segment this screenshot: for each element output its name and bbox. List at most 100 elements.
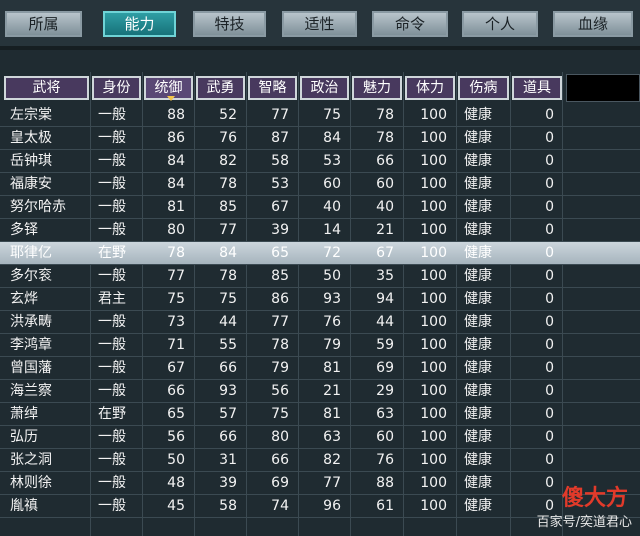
cell-stamina: 100: [420, 245, 447, 261]
tab-command[interactable]: 命令: [372, 11, 448, 37]
cell-stamina: 100: [420, 176, 447, 192]
column-header-strategy[interactable]: 智略: [248, 76, 297, 100]
table-row[interactable]: 左宗棠 一般 88 52 77 75 78 100 健康 0: [0, 104, 640, 127]
cell-valor: 31: [219, 452, 237, 468]
table-row[interactable]: 皇太极 一般 86 76 87 84 78 100 健康 0: [0, 127, 640, 150]
cell-politics: 63: [323, 429, 341, 445]
cell-status: 一般: [98, 222, 126, 238]
cell-status: 在野: [98, 245, 126, 261]
cell-items: 0: [545, 222, 554, 238]
tab-personal[interactable]: 个人: [462, 11, 538, 37]
cell-general: 玄烨: [10, 291, 38, 307]
cell-status: 一般: [98, 498, 126, 514]
cell-charisma: 94: [376, 291, 394, 307]
cell-injury: 健康: [464, 475, 492, 491]
column-header-status[interactable]: 身份: [92, 76, 141, 100]
column-header-injury[interactable]: 伤病: [458, 76, 509, 100]
cell-stamina: 100: [420, 383, 447, 399]
column-header-general[interactable]: 武将: [4, 76, 89, 100]
column-header-leadership[interactable]: 统御: [144, 76, 193, 101]
tab-ability[interactable]: 能力: [103, 11, 176, 37]
table-row[interactable]: 多尔衮 一般 77 78 85 50 35 100 健康 0: [0, 265, 640, 288]
cell-valor: 66: [219, 360, 237, 376]
tab-bloodline[interactable]: 血缘: [553, 11, 633, 37]
table-row[interactable]: 福康安 一般 84 78 53 60 60 100 健康 0: [0, 173, 640, 196]
cell-injury: 健康: [464, 498, 492, 514]
cell-items: 0: [545, 360, 554, 376]
cell-leadership: 84: [167, 153, 185, 169]
cell-charisma: 67: [376, 245, 394, 261]
cell-general: 李鸿章: [10, 337, 52, 353]
cell-charisma: 63: [376, 406, 394, 422]
column-header-charisma[interactable]: 魅力: [352, 76, 402, 100]
cell-stamina: 100: [420, 498, 447, 514]
cell-stamina: 100: [420, 107, 447, 123]
cell-strategy: 67: [271, 199, 289, 215]
tab-skills[interactable]: 特技: [193, 11, 266, 37]
cell-leadership: 71: [167, 337, 185, 353]
tab-bar: 所属 能力 特技 适性 命令 个人 血缘: [0, 0, 640, 46]
cell-politics: 77: [323, 475, 341, 491]
cell-leadership: 73: [167, 314, 185, 330]
table-row[interactable]: 海兰察 一般 66 93 56 21 29 100 健康 0: [0, 380, 640, 403]
table-row[interactable]: 张之洞 一般 50 31 66 82 76 100 健康 0: [0, 449, 640, 472]
cell-leadership: 84: [167, 176, 185, 192]
table-row[interactable]: 岳钟琪 一般 84 82 58 53 66 100 健康 0: [0, 150, 640, 173]
column-header-valor[interactable]: 武勇: [196, 76, 245, 100]
column-header-items[interactable]: 道具: [512, 76, 562, 100]
divider: [0, 46, 640, 50]
table-row[interactable]: 曾国藩 一般 67 66 79 81 69 100 健康 0: [0, 357, 640, 380]
cell-items: 0: [545, 383, 554, 399]
cell-status: 一般: [98, 452, 126, 468]
watermark-logo: 傻大方: [561, 486, 628, 511]
cell-charisma: 78: [376, 107, 394, 123]
table-row[interactable]: 李鸿章 一般 71 55 78 79 59 100 健康 0: [0, 334, 640, 357]
cell-items: 0: [545, 452, 554, 468]
cell-general: 张之洞: [10, 452, 52, 468]
table-row[interactable]: 耶律亿 在野 78 84 65 72 67 100 健康 0: [0, 242, 640, 265]
table-row[interactable]: 洪承畴 一般 73 44 77 76 44 100 健康 0: [0, 311, 640, 334]
cell-strategy: 39: [271, 222, 289, 238]
cell-leadership: 78: [167, 245, 185, 261]
table-row[interactable]: 弘历 一般 56 66 80 63 60 100 健康 0: [0, 426, 640, 449]
cell-valor: 58: [219, 498, 237, 514]
tab-affiliation[interactable]: 所属: [5, 11, 82, 37]
header-empty-area: [566, 74, 640, 102]
cell-strategy: 66: [271, 452, 289, 468]
cell-injury: 健康: [464, 337, 492, 353]
cell-items: 0: [545, 291, 554, 307]
column-header-stamina[interactable]: 体力: [405, 76, 455, 100]
cell-strategy: 80: [271, 429, 289, 445]
cell-valor: 76: [219, 130, 237, 146]
table-row[interactable]: 努尔哈赤 一般 81 85 67 40 40 100 健康 0: [0, 196, 640, 219]
table-row[interactable]: 林则徐 一般 48 39 69 77 88 100 健康 0: [0, 472, 640, 495]
cell-politics: 60: [323, 176, 341, 192]
cell-status: 一般: [98, 153, 126, 169]
cell-items: 0: [545, 268, 554, 284]
cell-politics: 40: [323, 199, 341, 215]
table-row[interactable]: 多铎 一般 80 77 39 14 21 100 健康 0: [0, 219, 640, 242]
cell-strategy: 74: [271, 498, 289, 514]
cell-status: 在野: [98, 406, 126, 422]
cell-valor: 75: [219, 291, 237, 307]
cell-charisma: 69: [376, 360, 394, 376]
table-row[interactable]: 萧绰 在野 65 57 75 81 63 100 健康 0: [0, 403, 640, 426]
cell-status: 一般: [98, 199, 126, 215]
cell-injury: 健康: [464, 314, 492, 330]
cell-valor: 84: [219, 245, 237, 261]
cell-charisma: 88: [376, 475, 394, 491]
cell-items: 0: [545, 475, 554, 491]
cell-stamina: 100: [420, 360, 447, 376]
cell-general: 岳钟琪: [10, 153, 52, 169]
tab-aptitude[interactable]: 适性: [282, 11, 357, 37]
cell-charisma: 61: [376, 498, 394, 514]
cell-injury: 健康: [464, 360, 492, 376]
table-row[interactable]: 玄烨 君主 75 75 86 93 94 100 健康 0: [0, 288, 640, 311]
cell-leadership: 67: [167, 360, 185, 376]
cell-general: 多尔衮: [10, 268, 52, 284]
cell-status: 一般: [98, 429, 126, 445]
cell-leadership: 65: [167, 406, 185, 422]
cell-injury: 健康: [464, 406, 492, 422]
cell-items: 0: [545, 199, 554, 215]
column-header-politics[interactable]: 政治: [300, 76, 349, 100]
